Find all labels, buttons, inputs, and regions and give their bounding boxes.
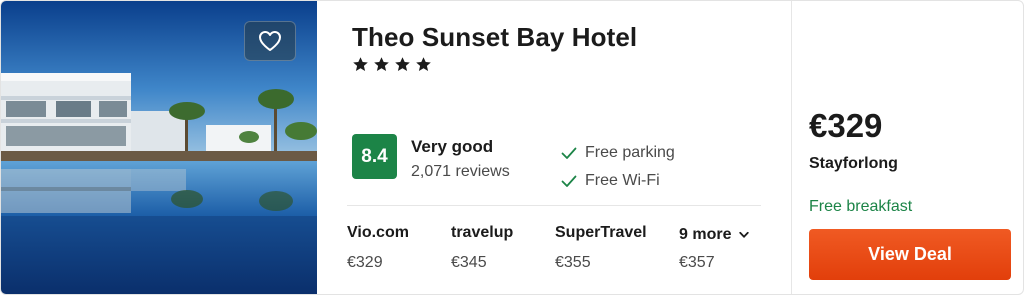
more-providers-label: 9 more (679, 226, 732, 243)
provider-price: €329 (347, 254, 383, 271)
star-icon (374, 57, 389, 71)
provider-item[interactable]: travelup €345 (451, 223, 513, 273)
amenity-label: Free parking (585, 144, 675, 161)
favorite-button[interactable] (244, 21, 296, 61)
provider-price: €345 (451, 254, 487, 271)
review-count: 2,071 reviews (411, 163, 510, 180)
rating-summary[interactable]: Very good 2,071 reviews (411, 137, 510, 182)
amenity-label: Free Wi-Fi (585, 172, 660, 189)
deal-price: €329 (809, 107, 883, 144)
check-icon (561, 175, 577, 187)
rating-score-badge: 8.4 (352, 134, 397, 179)
deal-extra: Free breakfast (809, 198, 913, 215)
provider-name: SuperTravel (555, 224, 647, 241)
more-providers-row: 9 more (679, 225, 750, 245)
star-rating (352, 56, 432, 73)
provider-price: €357 (679, 254, 715, 271)
provider-name: travelup (451, 224, 514, 241)
amenities-list: Free parking Free Wi-Fi (561, 139, 675, 195)
view-deal-button[interactable]: View Deal (809, 229, 1011, 280)
star-icon (416, 57, 431, 71)
deal-provider: Stayforlong (809, 155, 898, 172)
more-providers-toggle[interactable]: 9 more €357 (679, 225, 750, 273)
provider-list: Vio.com €329 travelup €345 SuperTravel €… (347, 223, 777, 283)
amenity-item: Free parking (561, 139, 675, 167)
provider-item[interactable]: Vio.com €329 (347, 223, 409, 273)
hotel-name[interactable]: Theo Sunset Bay Hotel (352, 22, 637, 53)
provider-price: €355 (555, 254, 591, 271)
chevron-down-icon (739, 231, 750, 238)
heart-icon (259, 31, 281, 51)
provider-item[interactable]: SuperTravel €355 (555, 223, 647, 273)
divider (347, 205, 761, 206)
provider-name: Vio.com (347, 224, 409, 241)
hotel-photo[interactable] (1, 1, 317, 294)
star-icon (395, 57, 410, 71)
check-icon (561, 147, 577, 159)
amenity-item: Free Wi-Fi (561, 167, 675, 195)
rating-label: Very good (411, 137, 494, 156)
star-icon (353, 57, 368, 71)
hotel-info: Theo Sunset Bay Hotel 8.4 Very good 2,07… (317, 1, 791, 294)
hotel-card[interactable]: Theo Sunset Bay Hotel 8.4 Very good 2,07… (0, 0, 1024, 295)
deal-panel: €329 Stayforlong Free breakfast View Dea… (792, 1, 1023, 294)
